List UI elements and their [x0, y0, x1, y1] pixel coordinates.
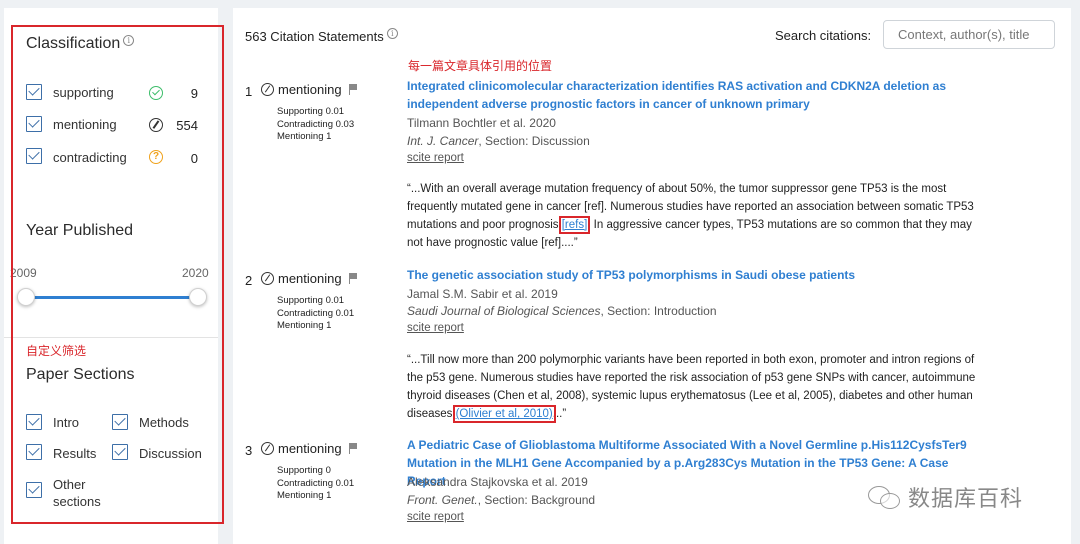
wechat-logo-icon	[868, 484, 902, 510]
contradicting-score: Contradicting 0.03	[277, 118, 355, 130]
mentioning-score: Mentioning 1	[277, 131, 332, 142]
paper-journal: Int. J. Cancer, Section: Discussion	[407, 134, 590, 148]
journal-name: Front. Genet.	[407, 493, 478, 507]
paper-journal: Front. Genet., Section: Background	[407, 493, 595, 507]
supporting-score: Supporting 0.01	[277, 106, 345, 117]
scite-report-link[interactable]: scite report	[407, 322, 464, 334]
search-citations-input[interactable]	[883, 20, 1055, 49]
citation-number: 2	[245, 273, 253, 288]
section-name: , Section: Background	[477, 493, 596, 507]
supporting-score: Supporting 0.01	[277, 295, 345, 306]
citation-tally: Supporting 0.01 Contradicting 0.03 Menti…	[277, 106, 354, 144]
scite-report-link[interactable]: scite report	[407, 511, 464, 523]
supporting-score: Supporting 0	[277, 465, 331, 476]
section-name: , Section: Discussion	[478, 134, 590, 148]
section-name: , Section: Introduction	[600, 304, 717, 318]
mentioning-score: Mentioning 1	[277, 490, 332, 501]
citation-statements-count: 563 Citation Statements i	[245, 28, 398, 44]
paper-authors: Aleksandra Stajkovska et al. 2019	[407, 475, 588, 489]
paper-authors: Tilmann Bochtler et al. 2020	[407, 116, 556, 130]
mentioning-icon	[261, 442, 274, 455]
paper-title-link[interactable]: Integrated clinicomolecular characteriza…	[407, 77, 967, 113]
journal-name: Saudi Journal of Biological Sciences	[407, 304, 601, 318]
reference-link[interactable]: [refs]	[558, 216, 591, 234]
citation-tally: Supporting 0.01 Contradicting 0.01 Menti…	[277, 295, 354, 333]
info-icon[interactable]: i	[386, 28, 398, 39]
citation-type: mentioning	[261, 271, 359, 286]
mentioning-icon	[261, 272, 274, 285]
citation-tally: Supporting 0 Contradicting 0.01 Mentioni…	[277, 465, 354, 503]
citation-type-label: mentioning	[278, 82, 342, 97]
citation-snippet: “...With an overall average mutation fre…	[407, 180, 982, 252]
watermark-text: 数据库百科	[908, 487, 1024, 512]
journal-name: Int. J. Cancer	[407, 134, 479, 148]
contradicting-score: Contradicting 0.01	[277, 477, 355, 489]
citation-results: 563 Citation Statements i Search citation…	[233, 8, 1071, 544]
paper-authors: Jamal S.M. Sabir et al. 2019	[407, 287, 558, 301]
citation-number: 3	[245, 443, 253, 458]
mentioning-score: Mentioning 1	[277, 320, 332, 331]
scite-report-link[interactable]: scite report	[407, 152, 464, 164]
contradicting-score: Contradicting 0.01	[277, 307, 355, 319]
citation-type: mentioning	[261, 441, 359, 456]
search-citations-label: Search citations:	[775, 28, 872, 43]
citation-snippet: “...Till now more than 200 polymorphic v…	[407, 351, 982, 423]
paper-journal: Saudi Journal of Biological Sciences, Se…	[407, 304, 717, 318]
flag-icon[interactable]	[348, 273, 359, 284]
classification-highlight-box	[11, 25, 224, 524]
mentioning-icon	[261, 83, 274, 96]
flag-icon[interactable]	[348, 443, 359, 454]
citation-number: 1	[245, 84, 253, 99]
citation-type-label: mentioning	[278, 441, 342, 456]
citation-position-annotation: 每一篇文章具体引用的位置	[408, 59, 553, 73]
flag-icon[interactable]	[348, 84, 359, 95]
citation-type-label: mentioning	[278, 271, 342, 286]
snippet-text: ...”	[552, 408, 567, 420]
paper-title-link[interactable]: The genetic association study of TP53 po…	[407, 266, 967, 284]
watermark: 数据库百科	[868, 481, 1023, 513]
reference-link[interactable]: (Olivier et al, 2010)	[452, 405, 556, 423]
citation-type: mentioning	[261, 82, 359, 97]
